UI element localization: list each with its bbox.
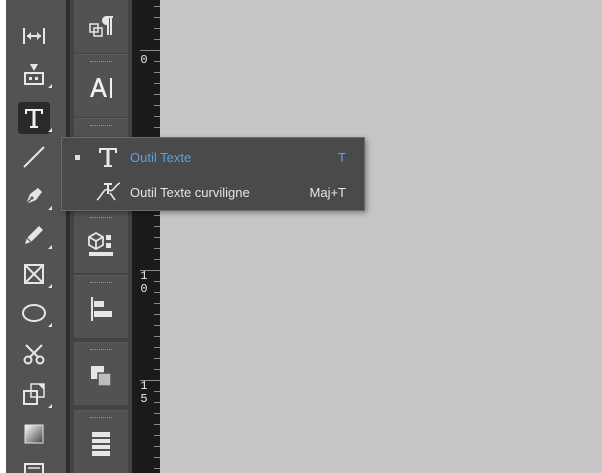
type-tool-button[interactable] <box>18 102 52 134</box>
rectangle-frame-tool-button[interactable] <box>18 258 52 290</box>
subtools-indicator <box>48 404 52 408</box>
menu-item-type-on-path-tool[interactable]: Outil Texte curviligne Maj+T <box>62 175 364 209</box>
paragraph-styles-icon <box>89 16 113 37</box>
gap-icon <box>23 28 45 44</box>
rectangle-frame-icon <box>24 264 44 284</box>
type-on-path-icon <box>96 182 121 201</box>
scissors-icon <box>23 344 45 365</box>
type-icon <box>99 148 117 167</box>
stroke-panel-button[interactable] <box>74 410 128 473</box>
ruler-label: 0 <box>140 282 148 296</box>
ruler-label: 0 <box>140 53 148 67</box>
note-icon <box>24 463 44 473</box>
pathfinder-panel-button[interactable] <box>74 342 128 405</box>
note-tool-button[interactable] <box>18 458 50 473</box>
character-styles-icon <box>90 78 112 98</box>
free-transform-icon <box>23 383 45 405</box>
pencil-tool-button[interactable] <box>18 219 52 251</box>
subtools-indicator <box>48 128 52 132</box>
menu-item-shortcut: Maj+T <box>309 185 346 200</box>
ruler-tick <box>140 380 160 381</box>
align-panel-button[interactable] <box>74 275 128 338</box>
ellipse-icon <box>22 304 46 322</box>
menu-item-shortcut: T <box>338 150 346 165</box>
line-tool-button[interactable] <box>18 141 50 173</box>
menu-item-type-tool[interactable]: Outil Texte T <box>62 140 364 174</box>
vertical-ruler[interactable]: 0 1 0 1 5 <box>132 0 160 473</box>
subtools-indicator <box>48 284 52 288</box>
subtools-indicator <box>48 84 52 88</box>
type-tool-flyout-menu: Outil Texte T Outil Texte curviligne Maj… <box>61 137 365 211</box>
stroke-icon <box>92 432 110 456</box>
ruler-tick <box>140 270 160 271</box>
gradient-swatch-tool-button[interactable] <box>18 418 50 450</box>
pen-icon <box>25 188 42 205</box>
tools-panel <box>6 0 66 473</box>
object-styles-panel-button[interactable] <box>74 210 128 273</box>
object-styles-icon <box>88 231 113 256</box>
menu-item-label: Outil Texte <box>130 150 192 165</box>
subtools-indicator <box>48 323 52 327</box>
character-styles-panel-button[interactable] <box>74 54 128 117</box>
ruler-tick <box>140 50 160 51</box>
paragraph-styles-panel-button[interactable] <box>74 0 128 53</box>
menu-item-label: Outil Texte curviligne <box>130 185 250 200</box>
indesign-workspace: 0 1 0 1 5 Outil Texte T Outil Texte curv… <box>0 0 602 473</box>
content-collector-icon <box>24 64 44 85</box>
content-collector-tool-button[interactable] <box>18 58 52 90</box>
subtools-indicator <box>48 206 52 210</box>
scissors-tool-button[interactable] <box>18 338 50 370</box>
ruler-label: 1 <box>140 379 148 393</box>
free-transform-tool-button[interactable] <box>18 378 52 410</box>
pathfinder-icon <box>91 366 112 387</box>
gap-tool-button[interactable] <box>18 20 50 52</box>
ruler-label: 5 <box>140 392 148 406</box>
collapsed-panels-dock <box>70 0 132 473</box>
pasteboard-canvas[interactable] <box>160 0 602 473</box>
type-icon <box>25 109 43 128</box>
ellipse-tool-button[interactable] <box>18 297 52 329</box>
pencil-icon <box>25 226 43 244</box>
gradient-swatch-icon <box>24 424 44 444</box>
line-icon <box>23 146 45 168</box>
selected-bullet <box>75 155 80 160</box>
align-icon <box>91 297 112 321</box>
ruler-label: 1 <box>140 269 148 283</box>
subtools-indicator <box>48 245 52 249</box>
pen-tool-button[interactable] <box>18 180 52 212</box>
